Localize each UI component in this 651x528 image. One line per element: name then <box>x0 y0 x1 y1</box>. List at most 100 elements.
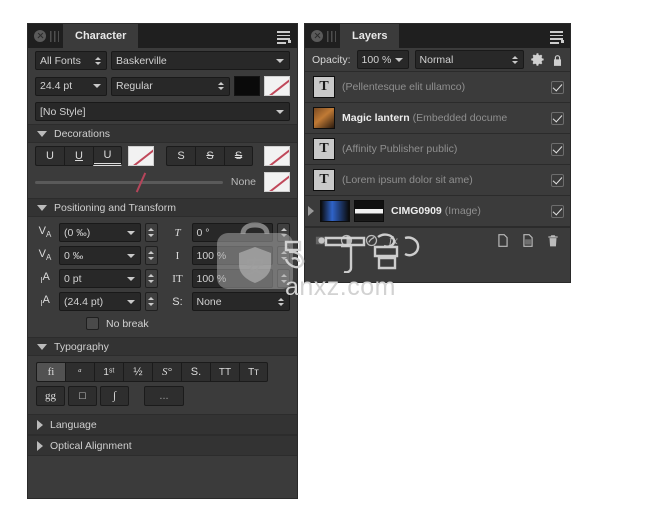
strikethrough-double-button[interactable]: S <box>224 146 253 166</box>
chevron-down-icon[interactable] <box>276 58 284 63</box>
gear-icon[interactable] <box>530 52 545 67</box>
mask-icon[interactable] <box>314 233 329 248</box>
lock-icon[interactable] <box>551 53 563 67</box>
ordinals-button[interactable]: 1ˢᵗ <box>94 362 123 382</box>
stretch-stepper-icon[interactable] <box>278 297 285 306</box>
layer-visibility-checkbox[interactable] <box>551 111 564 125</box>
drag-grip-icon[interactable] <box>327 31 336 42</box>
kerning-stepper[interactable] <box>144 223 158 242</box>
baseline-shift-input[interactable]: 0 pt <box>59 269 141 288</box>
opacity-input[interactable]: 100 % <box>356 50 409 69</box>
blend-mode-stepper-icon[interactable] <box>512 55 519 64</box>
table-row[interactable]: T (Pellentesque elit ullamco) <box>305 72 570 103</box>
table-row[interactable]: T (Lorem ipsum dolor sit ame) <box>305 165 570 196</box>
chevron-down-icon[interactable] <box>126 276 135 281</box>
underline-color-swatch[interactable] <box>128 146 154 166</box>
layer-visibility-checkbox[interactable] <box>551 204 564 218</box>
chevron-down-icon[interactable] <box>126 299 135 304</box>
panel-menu-icon[interactable] <box>550 31 564 44</box>
small-caps-button[interactable]: Tт <box>239 362 268 382</box>
table-row[interactable]: Magic lantern (Embedded docume <box>305 103 570 134</box>
superscript-button[interactable]: S° <box>152 362 181 382</box>
decoration-weight-slider[interactable] <box>35 180 223 184</box>
table-row[interactable]: T (Affinity Publisher public) <box>305 134 570 165</box>
baseline-shift-stepper[interactable] <box>144 269 158 288</box>
no-break-row[interactable]: No break <box>28 313 297 337</box>
all-caps-button[interactable]: TT <box>210 362 239 382</box>
tracking-stepper[interactable] <box>144 246 158 265</box>
table-row[interactable]: CIMG0909 (Image) <box>305 196 570 227</box>
font-filter-select[interactable]: All Fonts <box>35 51 107 70</box>
close-icon[interactable] <box>34 30 46 42</box>
stroke-color-swatch[interactable] <box>264 76 290 96</box>
skew-stepper[interactable] <box>277 223 290 242</box>
font-style-stepper-icon[interactable] <box>218 82 225 90</box>
kerning-input[interactable]: (0 ‰) <box>59 223 141 242</box>
expand-layer-icon[interactable] <box>308 206 314 216</box>
layer-visibility-checkbox[interactable] <box>551 80 564 94</box>
section-optical-alignment-header[interactable]: Optical Alignment <box>28 435 297 456</box>
panel-menu-icon[interactable] <box>277 31 291 44</box>
stylistic-set-button[interactable]: gg <box>36 386 65 406</box>
leading-input[interactable]: (24.4 pt) <box>59 292 141 311</box>
drag-grip-icon[interactable] <box>50 31 59 42</box>
layer-visibility-checkbox[interactable] <box>551 173 564 187</box>
close-icon[interactable] <box>311 30 323 42</box>
leading-stepper[interactable] <box>144 292 158 311</box>
vertical-scale-stepper[interactable] <box>277 246 290 265</box>
section-language-header[interactable]: Language <box>28 414 297 435</box>
strikethrough-color-swatch[interactable] <box>264 146 290 166</box>
new-pixel-layer-icon[interactable] <box>521 233 536 248</box>
chevron-down-icon[interactable] <box>126 230 135 235</box>
underline-single-button[interactable]: U <box>64 146 93 166</box>
tracking-input[interactable]: 0 ‰ <box>59 246 141 265</box>
horizontal-scale-icon: IT <box>172 272 183 285</box>
font-size-input[interactable]: 24.4 pt <box>35 76 107 96</box>
screenshot-stage: Character All Fonts Baskerville 24.4 pt … <box>0 0 651 528</box>
horizontal-scale-stepper[interactable] <box>277 269 290 288</box>
section-typography-header[interactable]: Typography <box>28 337 297 356</box>
font-family-select[interactable]: Baskerville <box>111 51 290 70</box>
decoration-weight-color-swatch[interactable] <box>264 172 290 192</box>
fractions-button[interactable]: ½ <box>123 362 152 382</box>
adjustment-icon[interactable] <box>339 233 354 248</box>
no-break-checkbox[interactable] <box>86 317 99 330</box>
horizontal-scale-input[interactable]: 100 % <box>191 269 273 288</box>
underline-none-button[interactable]: U <box>35 146 64 166</box>
fill-color-swatch[interactable] <box>234 76 260 96</box>
titling-button[interactable]: □ <box>68 386 97 406</box>
swash-button[interactable]: ∫ <box>100 386 129 406</box>
delete-layer-icon[interactable] <box>546 233 561 248</box>
live-filter-icon[interactable] <box>364 233 379 248</box>
chevron-down-icon[interactable] <box>93 84 101 88</box>
font-style-value: Regular <box>116 80 153 92</box>
more-typography-button[interactable]: ... <box>144 386 184 406</box>
new-layer-icon[interactable] <box>496 233 511 248</box>
ligatures-button[interactable]: fi <box>36 362 65 382</box>
tab-layers[interactable]: Layers <box>340 24 400 48</box>
vertical-scale-input[interactable]: 100 % <box>191 246 273 265</box>
skew-input[interactable]: 0 ° <box>191 223 273 242</box>
layer-visibility-checkbox[interactable] <box>551 142 564 156</box>
vertical-scale-row: I 100 % <box>168 244 290 267</box>
tab-character[interactable]: Character <box>63 24 139 48</box>
font-filter-stepper-icon[interactable] <box>95 56 102 65</box>
text-style-select[interactable]: [No Style] <box>35 102 290 121</box>
strikethrough-none-button[interactable]: S <box>166 146 195 166</box>
chevron-down-icon[interactable] <box>276 109 284 114</box>
stretch-value: None <box>196 295 222 308</box>
stretch-select[interactable]: None <box>191 292 290 311</box>
section-typography-label: Typography <box>54 340 109 353</box>
strikethrough-single-button[interactable]: S <box>195 146 224 166</box>
fx-icon[interactable]: fx <box>389 233 407 248</box>
chevron-right-icon <box>37 440 43 451</box>
chevron-down-icon[interactable] <box>126 253 135 258</box>
underline-double-button[interactable]: U <box>93 146 122 166</box>
font-style-select[interactable]: Regular <box>111 76 230 96</box>
alternates-button[interactable]: ᵃ <box>65 362 94 382</box>
section-decorations-header[interactable]: Decorations <box>28 124 297 143</box>
chevron-down-icon[interactable] <box>394 57 403 62</box>
subscript-button[interactable]: S. <box>181 362 210 382</box>
blend-mode-select[interactable]: Normal <box>414 50 524 69</box>
section-positioning-header[interactable]: Positioning and Transform <box>28 198 297 217</box>
